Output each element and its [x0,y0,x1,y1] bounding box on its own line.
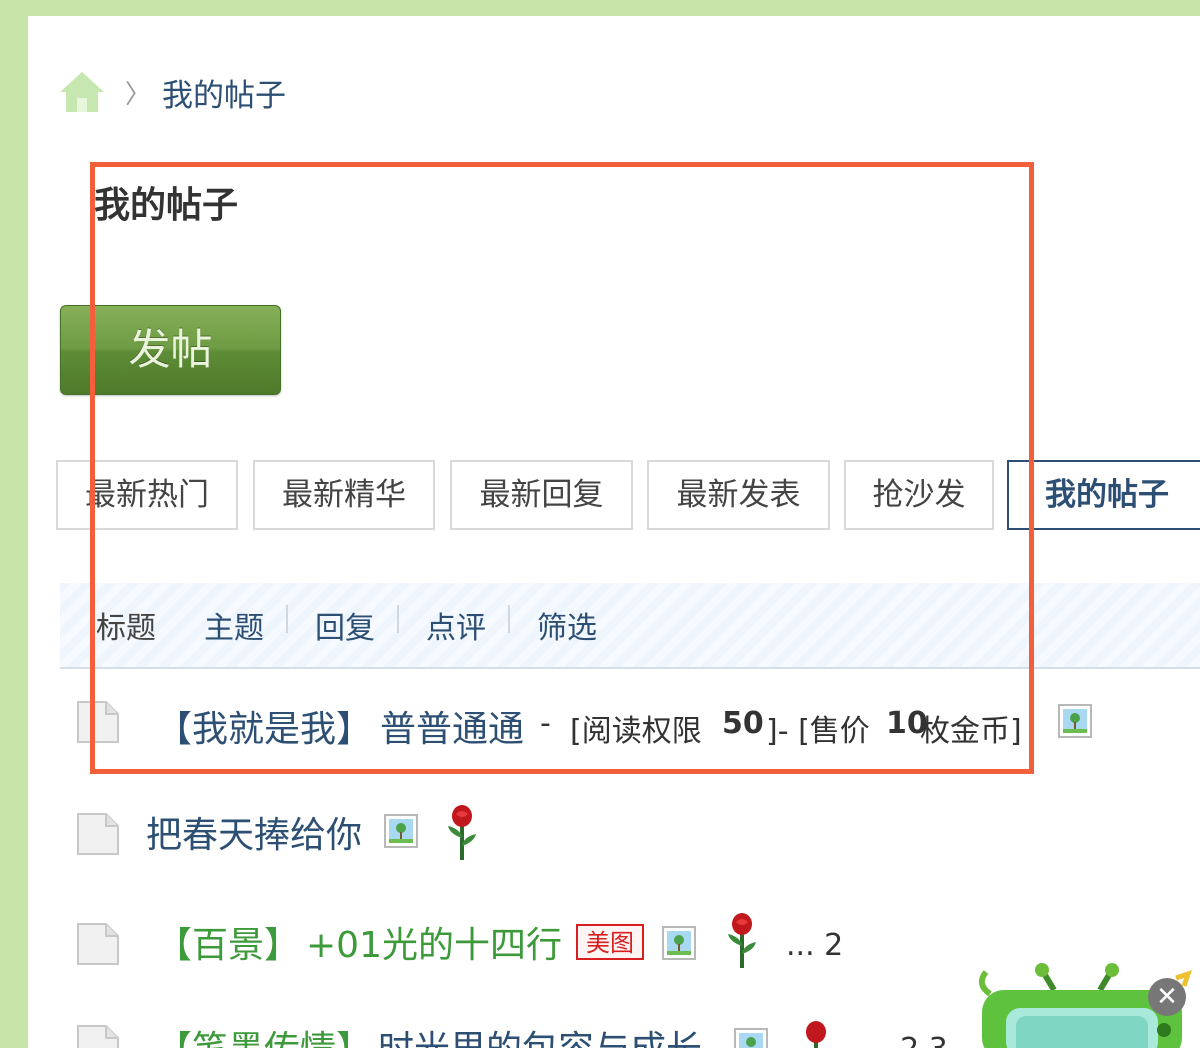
thread-prefix[interactable]: 【百景】 [156,916,300,968]
svg-text:美图: 美图 [586,929,634,957]
close-icon[interactable]: ✕ [1148,978,1186,1016]
forum-page: 〉 我的帖子 我的帖子 发帖 最新热门 最新精华 最新回复 最新发表 抢沙发 我… [28,16,1200,1048]
thread-prefix[interactable]: 【笔墨传情】 [156,1020,372,1048]
picture-icon [734,1028,768,1048]
featured-image-badge: 美图 [576,924,644,960]
highlight-box [90,162,1034,774]
tab-my-posts[interactable]: 我的帖子 [1007,460,1200,530]
thread-title[interactable]: +01光的十四行 [306,916,562,968]
thread-row[interactable]: 把春天捧给你 [28,800,1200,870]
page-links[interactable]: ... 2 3 [862,1032,948,1048]
thread-title[interactable]: 把春天捧给你 [146,806,362,858]
picture-icon [662,926,696,960]
picture-icon [1058,704,1092,738]
document-icon [77,813,119,855]
rose-icon [728,913,756,968]
rose-icon [806,1021,826,1048]
page-links[interactable]: ... 2 [786,928,843,963]
breadcrumb-separator: 〉 [125,80,152,110]
rose-icon [448,805,476,860]
home-icon[interactable] [58,70,106,114]
picture-icon [384,814,418,848]
breadcrumb-current[interactable]: 我的帖子 [162,70,286,115]
thread-title[interactable]: 时光里的包容与成长 [378,1020,702,1048]
document-icon [77,1025,119,1048]
document-icon [77,923,119,965]
